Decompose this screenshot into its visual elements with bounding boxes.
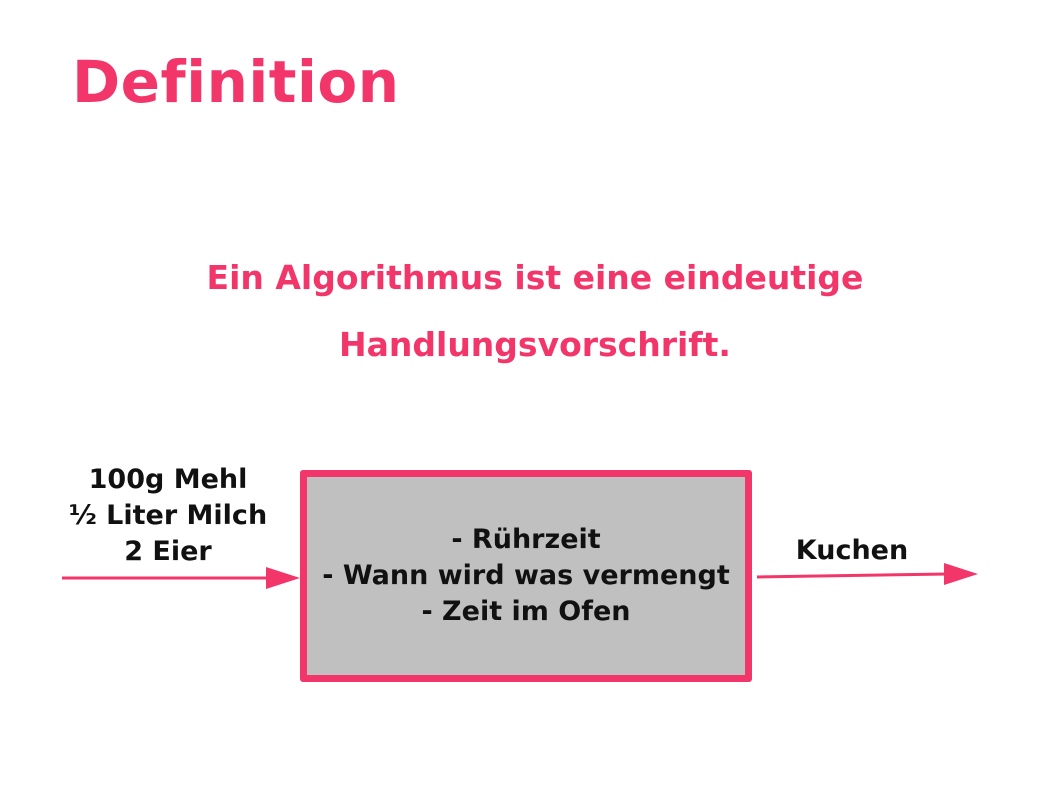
process-step-mixing-time: - Rührzeit <box>451 524 601 555</box>
process-step-mixing-order: - Wann wird was vermengt <box>322 560 730 591</box>
input-labels: 100g Mehl ½ Liter Milch 2 Eier <box>50 462 286 570</box>
input-label-flour: 100g Mehl <box>88 464 248 495</box>
input-arrow <box>62 567 300 589</box>
input-label-eggs: 2 Eier <box>124 536 212 567</box>
output-label: Kuchen <box>795 535 909 566</box>
process-step-oven-time: - Zeit im Ofen <box>421 596 631 627</box>
input-label-milk: ½ Liter Milch <box>68 500 268 531</box>
process-box: - Rührzeit - Wann wird was vermengt - Ze… <box>300 470 752 682</box>
